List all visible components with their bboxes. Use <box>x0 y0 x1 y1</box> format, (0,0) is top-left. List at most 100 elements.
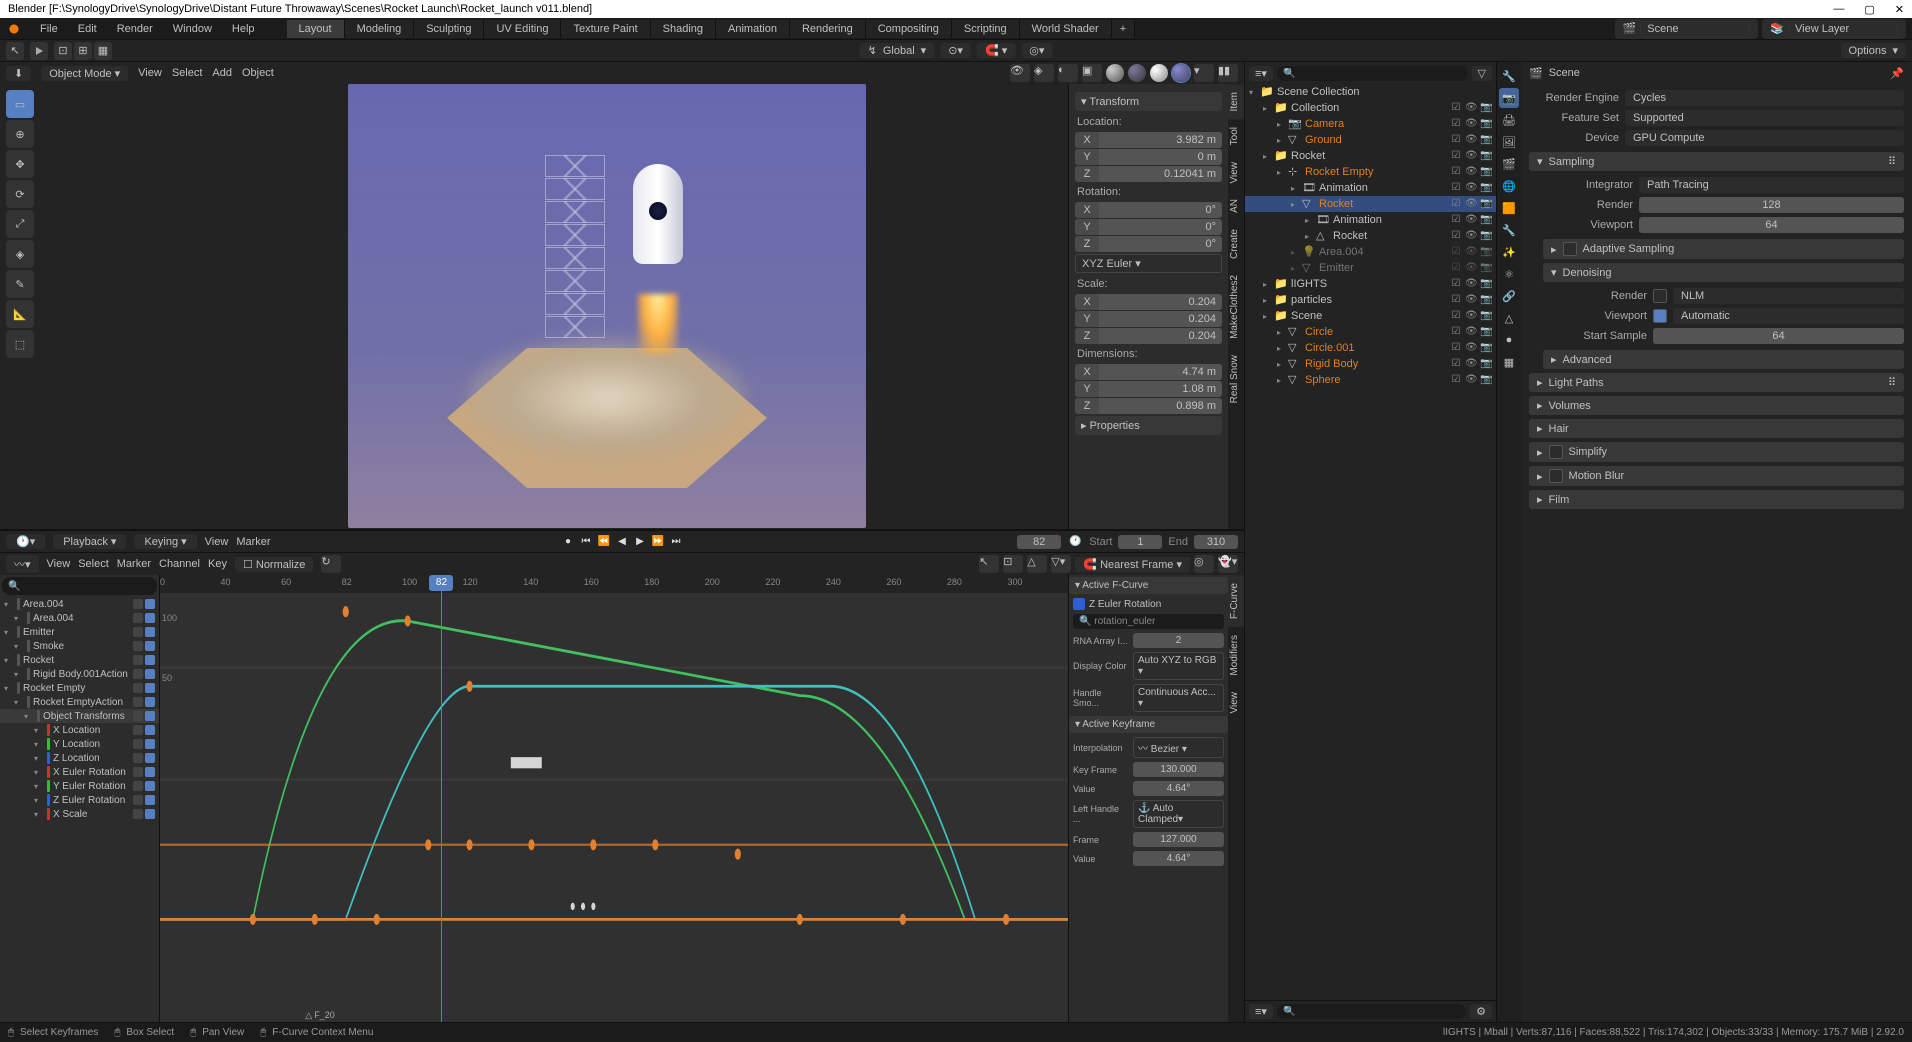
channel-row[interactable]: ▾Smoke <box>0 639 159 653</box>
advanced-header[interactable]: ▸ Advanced <box>1543 350 1904 369</box>
outliner-item[interactable]: ▸▽Ground☑👁📷 <box>1245 132 1496 148</box>
clock-icon[interactable]: 🕐 <box>1067 534 1083 550</box>
ge-show-icon[interactable]: △ <box>1027 555 1047 573</box>
keying-dropdown[interactable]: Keying ▾ <box>134 534 196 549</box>
location-y[interactable]: Y0 m <box>1075 149 1222 165</box>
channel-row[interactable]: ▾X Location <box>0 723 159 737</box>
location-x[interactable]: X3.982 m <box>1075 132 1222 148</box>
outliner-item[interactable]: ▸▽Circle.001☑👁📷 <box>1245 340 1496 356</box>
workspace-sculpting[interactable]: Sculpting <box>414 20 484 38</box>
outliner-item[interactable]: ▸📷Camera☑👁📷 <box>1245 116 1496 132</box>
props-tab-physics[interactable]: ⚛ <box>1499 264 1519 284</box>
feature-set-dropdown[interactable]: Supported <box>1625 110 1904 126</box>
handle-value[interactable]: 4.64° <box>1133 851 1224 866</box>
dim-y[interactable]: Y1.08 m <box>1075 381 1222 397</box>
shading-material[interactable] <box>1150 64 1168 82</box>
snap-mode-dropdown[interactable]: 🧲 Nearest Frame ▾ <box>1075 557 1190 572</box>
dim-x[interactable]: X4.74 m <box>1075 364 1222 380</box>
sidebar-tab-snow[interactable]: Real Snow <box>1228 347 1244 411</box>
outliner-item[interactable]: ▸📁Rocket☑👁📷 <box>1245 148 1496 164</box>
sidebar-tab-view[interactable]: View <box>1228 154 1244 192</box>
jump-next-kf-icon[interactable]: ⏩ <box>650 534 666 550</box>
props-tab-texture[interactable]: ▦ <box>1499 352 1519 372</box>
props-tab-material[interactable]: ● <box>1499 330 1519 350</box>
editor-type-dropdown[interactable]: ⬇ <box>6 66 31 81</box>
props-tab-modifier[interactable]: 🔧 <box>1499 220 1519 240</box>
close-icon[interactable]: ✕ <box>1895 3 1904 16</box>
workspace-add[interactable]: + <box>1112 20 1135 38</box>
workspace-texture[interactable]: Texture Paint <box>561 20 650 38</box>
device-dropdown[interactable]: GPU Compute <box>1625 130 1904 146</box>
vp-menu-object[interactable]: Object <box>242 67 274 79</box>
overlay-icon[interactable]: ◐ <box>1058 64 1078 82</box>
transform-panel-header[interactable]: ▾ Transform <box>1075 92 1222 111</box>
timeline-menu-view[interactable]: View <box>205 536 229 548</box>
props-tab-scene[interactable]: 🎬 <box>1499 154 1519 174</box>
motion-blur-header[interactable]: ▸ Motion Blur <box>1529 466 1904 486</box>
jump-prev-kf-icon[interactable]: ⏪ <box>596 534 612 550</box>
frame-start[interactable]: 1 <box>1118 535 1162 549</box>
channel-row[interactable]: ▾Object Transforms <box>0 709 159 723</box>
workspace-scripting[interactable]: Scripting <box>952 20 1020 38</box>
properties-panel-header[interactable]: ▸ Properties <box>1075 416 1222 435</box>
props-tab-data[interactable]: △ <box>1499 308 1519 328</box>
gizmo-icon[interactable]: ◈ <box>1034 64 1054 82</box>
sidebar-tab-tool[interactable]: Tool <box>1228 119 1244 153</box>
frame-end[interactable]: 310 <box>1194 535 1238 549</box>
marker-f20[interactable]: F_20 <box>305 1010 334 1021</box>
outliner-filter-dropdown[interactable]: ▽ <box>1472 66 1492 81</box>
playback-dropdown[interactable]: Playback ▾ <box>53 534 126 549</box>
transform-tool[interactable]: ◈ <box>6 240 34 268</box>
graph-ruler[interactable]: 0406082100120140160180200220240260280300… <box>160 575 1068 593</box>
proportional-dropdown[interactable]: ◎▾ <box>1021 43 1052 58</box>
jump-end-icon[interactable]: ⏭ <box>668 534 684 550</box>
rotation-mode-dropdown[interactable]: XYZ Euler ▾ <box>1075 254 1222 273</box>
autokey-icon[interactable]: ● <box>560 534 576 550</box>
workspace-modeling[interactable]: Modeling <box>345 20 415 38</box>
menu-help[interactable]: Help <box>224 21 263 37</box>
3d-viewport[interactable]: ⬇ Object Mode ▾ View Select Add Object 👁… <box>0 62 1244 530</box>
denoise-viewport-dropdown[interactable]: Automatic <box>1673 308 1904 324</box>
viewport-samples[interactable]: 64 <box>1639 217 1904 233</box>
props-tab-object[interactable]: 🟧 <box>1499 198 1519 218</box>
handle-smooth-dropdown[interactable]: Continuous Acc... ▾ <box>1133 684 1224 712</box>
snap-edge-icon[interactable]: ⊞ <box>74 42 92 60</box>
scale-tool[interactable]: ⤢ <box>6 210 34 238</box>
ge-proportional-icon[interactable]: ◎ <box>1194 555 1214 573</box>
play-forward-icon[interactable]: ▶ <box>632 534 648 550</box>
props-tab-particle[interactable]: ✨ <box>1499 242 1519 262</box>
sampling-header[interactable]: ▾ Sampling⠿ <box>1529 152 1904 171</box>
ge-refresh-icon[interactable]: ↻ <box>321 555 341 573</box>
hair-header[interactable]: ▸ Hair <box>1529 419 1904 438</box>
volumes-header[interactable]: ▸ Volumes <box>1529 396 1904 415</box>
shading-rendered[interactable] <box>1172 64 1190 82</box>
scale-y[interactable]: Y0.204 <box>1075 311 1222 327</box>
channel-row[interactable]: ▾Rocket <box>0 653 159 667</box>
pivot-dropdown[interactable]: ⊙▾ <box>940 43 971 58</box>
film-header[interactable]: ▸ Film <box>1529 490 1904 509</box>
scene-selector[interactable]: 🎬 <box>1615 19 1759 39</box>
render-samples[interactable]: 128 <box>1639 197 1904 213</box>
outliner-item[interactable]: ▸🎞Animation☑👁📷 <box>1245 212 1496 228</box>
timeline-editor-dropdown[interactable]: 🕐▾ <box>6 534 45 549</box>
measure-tool[interactable]: 📐 <box>6 300 34 328</box>
outliner-item[interactable]: ▸🎞Animation☑👁📷 <box>1245 180 1496 196</box>
workspace-shading[interactable]: Shading <box>651 20 716 38</box>
xray-icon[interactable]: ▣ <box>1082 64 1102 82</box>
outliner-item[interactable]: ▸▽Sphere☑👁📷 <box>1245 372 1496 388</box>
add-tool[interactable]: ⬚ <box>6 330 34 358</box>
left-handle-dropdown[interactable]: ⚓ Auto Clamped▾ <box>1133 800 1224 828</box>
outliner-search[interactable] <box>1277 66 1468 81</box>
adaptive-sampling-header[interactable]: ▸ Adaptive Sampling <box>1543 239 1904 259</box>
outliner-item[interactable]: ▸⊹Rocket Empty☑👁📷 <box>1245 164 1496 180</box>
channel-row[interactable]: ▾X Euler Rotation <box>0 765 159 779</box>
ge-handles-icon[interactable]: ⊡ <box>1003 555 1023 573</box>
normalize-toggle[interactable]: ☐ Normalize <box>235 557 313 572</box>
workspace-rendering[interactable]: Rendering <box>790 20 866 38</box>
selectability-icon[interactable]: 👁 <box>1010 64 1030 82</box>
rotation-y[interactable]: Y0° <box>1075 219 1222 235</box>
options-dropdown[interactable]: Options ▾ <box>1841 43 1906 58</box>
mode-dropdown[interactable]: Object Mode ▾ <box>41 66 128 81</box>
shading-dropdown[interactable]: ▾ <box>1194 64 1214 82</box>
move-tool[interactable]: ✥ <box>6 150 34 178</box>
